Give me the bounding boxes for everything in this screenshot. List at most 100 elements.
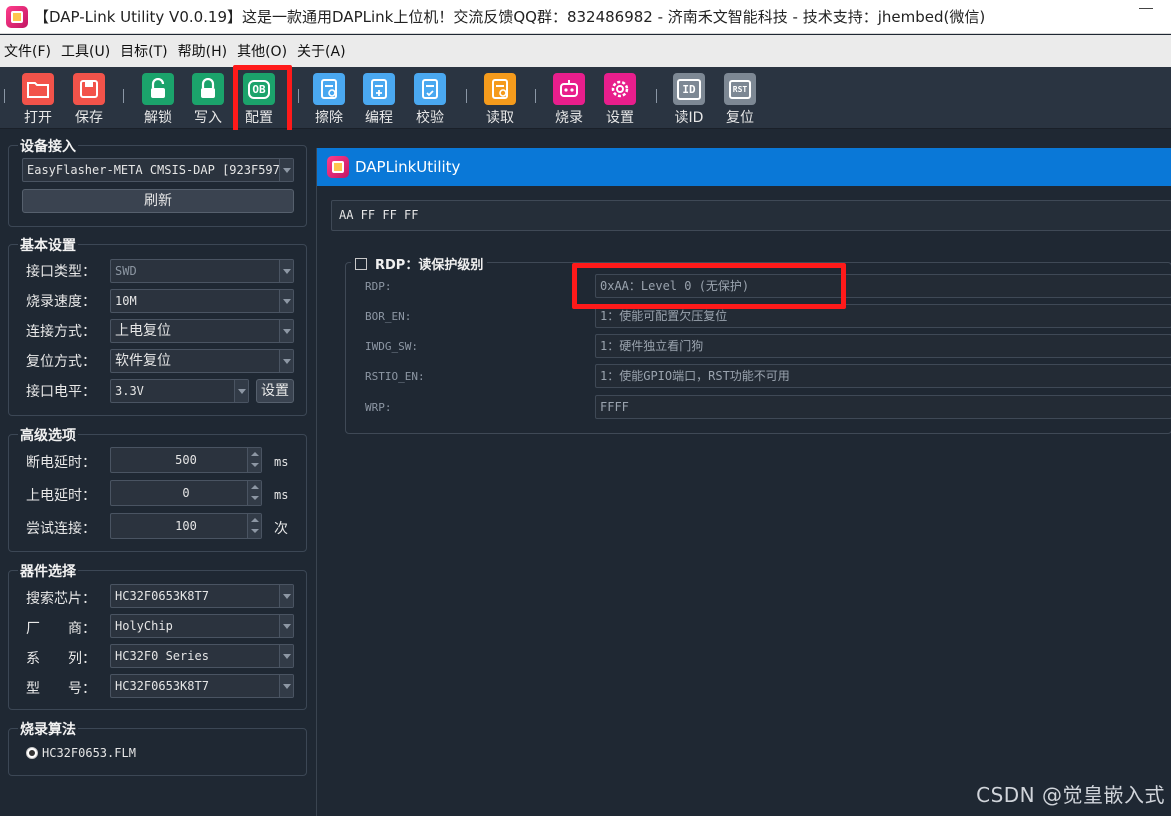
- poweroff-delay-input[interactable]: 500: [110, 447, 262, 473]
- spin-arrows-icon[interactable]: [247, 514, 261, 538]
- interface-type-select[interactable]: SWD: [110, 259, 294, 283]
- menu-file[interactable]: 文件(F): [4, 41, 51, 61]
- reset-button[interactable]: RST 复位: [718, 73, 762, 127]
- erase-icon: [313, 73, 345, 105]
- wrp-input[interactable]: FFFF: [595, 395, 1171, 419]
- basic-section-title: 基本设置: [18, 235, 78, 255]
- chevron-down-icon: [279, 260, 293, 282]
- minimize-button[interactable]: [1139, 8, 1153, 9]
- retry-unit: 次: [274, 521, 288, 537]
- save-button[interactable]: 保存: [67, 73, 111, 127]
- config-highlight-box: [233, 65, 292, 138]
- voltage-set-button[interactable]: 设置: [256, 379, 294, 403]
- app-icon: [327, 156, 349, 178]
- speed-select[interactable]: 10M: [110, 289, 294, 313]
- rstio-en-select[interactable]: 1：使能GPIO端口，RST功能不可用: [595, 364, 1171, 388]
- search-chip-input[interactable]: HC32F0653K8T7: [110, 584, 294, 608]
- dialog-title-bar: DAPLinkUtility: [317, 148, 1171, 186]
- toolbar-separator: [123, 89, 125, 103]
- speed-label: 烧录速度：: [26, 294, 96, 310]
- verify-button[interactable]: 校验: [408, 73, 452, 127]
- read-icon: [484, 73, 516, 105]
- folder-icon: [22, 73, 54, 105]
- id-icon: ID: [673, 73, 705, 105]
- rdp-highlight-box: [572, 263, 846, 309]
- wrp-label: WRP:: [365, 401, 392, 414]
- rdp-checkbox[interactable]: [355, 257, 367, 270]
- chevron-down-icon: [279, 675, 293, 697]
- chevron-down-icon: [279, 350, 293, 372]
- rdp-group-header: RDP：读保护级别: [351, 254, 488, 273]
- window-title: 【DAP-Link Utility V0.0.19】这是一款通用DAPLink上…: [34, 8, 986, 26]
- chevron-down-icon: [279, 645, 293, 667]
- menu-bar: 文件(F) 工具(U) 目标(T) 帮助(H) 其他(O) 关于(A): [0, 35, 1171, 67]
- save-icon: [73, 73, 105, 105]
- model-label: 型 号：: [26, 681, 96, 697]
- spin-arrows-icon[interactable]: [247, 481, 261, 505]
- spin-arrows-icon[interactable]: [247, 448, 261, 472]
- chevron-down-icon: [279, 320, 293, 342]
- menu-about[interactable]: 关于(A): [297, 41, 346, 61]
- model-select[interactable]: HC32F0653K8T7: [110, 674, 294, 698]
- algo-radio[interactable]: [26, 747, 38, 759]
- dialog-title: DAPLinkUtility: [355, 158, 461, 176]
- poweroff-delay-label: 断电延时：: [26, 455, 96, 471]
- chevron-down-icon: [279, 585, 293, 607]
- chevron-down-icon: [279, 615, 293, 637]
- app-icon: [6, 5, 28, 28]
- voltage-label: 接口电平：: [26, 384, 96, 400]
- gear-icon: [604, 73, 636, 105]
- series-select[interactable]: HC32F0 Series: [110, 644, 294, 668]
- menu-help[interactable]: 帮助(H): [178, 41, 227, 61]
- series-label: 系 列：: [26, 651, 96, 667]
- program-icon: [363, 73, 395, 105]
- rdp-group-title: RDP：读保护级别: [375, 258, 484, 273]
- vendor-label: 厂 商：: [26, 621, 96, 637]
- connect-mode-select[interactable]: 上电复位: [110, 319, 294, 343]
- search-chip-label: 搜索芯片：: [26, 591, 96, 607]
- toolbar-grip: [4, 89, 6, 103]
- verify-icon: [414, 73, 446, 105]
- unlock-button[interactable]: 解锁: [136, 73, 180, 127]
- menu-target[interactable]: 目标(T): [120, 41, 167, 61]
- chevron-down-icon: [279, 290, 293, 312]
- bor-en-label: BOR_EN:: [365, 310, 412, 323]
- write-button[interactable]: 写入: [186, 73, 230, 127]
- retry-label: 尝试连接：: [26, 521, 96, 537]
- voltage-select[interactable]: 3.3V: [110, 379, 249, 403]
- program-button[interactable]: 编程: [357, 73, 401, 127]
- option-bytes-hex-field[interactable]: AA FF FF FF: [331, 200, 1171, 231]
- toolbar-separator: [535, 89, 537, 103]
- refresh-button[interactable]: 刷新: [22, 189, 294, 213]
- poweron-delay-label: 上电延时：: [26, 488, 96, 504]
- toolbar-separator: [298, 89, 300, 103]
- read-button[interactable]: 读取: [478, 73, 522, 127]
- poweron-delay-input[interactable]: 0: [110, 480, 262, 506]
- device-select[interactable]: EasyFlasher-META CMSIS-DAP [923F597A: [22, 158, 294, 182]
- erase-button[interactable]: 擦除: [307, 73, 351, 127]
- burn-button[interactable]: 烧录: [547, 73, 591, 127]
- poweron-unit: ms: [274, 488, 289, 502]
- left-panel: 设备接入 EasyFlasher-META CMSIS-DAP [923F597…: [0, 130, 316, 816]
- settings-button[interactable]: 设置: [598, 73, 642, 127]
- iwdg-sw-label: IWDG_SW:: [365, 340, 418, 353]
- iwdg-sw-select[interactable]: 1：硬件独立看门狗: [595, 334, 1171, 358]
- toolbar-separator: [466, 89, 468, 103]
- title-bar: 【DAP-Link Utility V0.0.19】这是一款通用DAPLink上…: [0, 0, 1171, 34]
- read-id-button[interactable]: ID 读ID: [667, 73, 711, 127]
- lock-icon: [192, 73, 224, 105]
- algo-item[interactable]: HC32F0653.FLM: [42, 746, 136, 760]
- connect-mode-label: 连接方式：: [26, 324, 96, 340]
- poweroff-unit: ms: [274, 455, 289, 469]
- reset-mode-select[interactable]: 软件复位: [110, 349, 294, 373]
- rdp-label: RDP:: [365, 280, 392, 293]
- rst-icon: RST: [724, 73, 756, 105]
- open-button[interactable]: 打开: [16, 73, 60, 127]
- vendor-select[interactable]: HolyChip: [110, 614, 294, 638]
- toolbar: 打开 保存 解锁 写入 OB 配置 擦除 编程 校验 读取 烧录 设置 ID 读…: [0, 67, 1171, 129]
- option-bytes-dialog: DAPLinkUtility AA FF FF FF RDP：读保护级别 RDP…: [316, 148, 1171, 816]
- retry-input[interactable]: 100: [110, 513, 262, 539]
- menu-tools[interactable]: 工具(U): [61, 41, 110, 61]
- robot-icon: [553, 73, 585, 105]
- menu-other[interactable]: 其他(O): [237, 41, 287, 61]
